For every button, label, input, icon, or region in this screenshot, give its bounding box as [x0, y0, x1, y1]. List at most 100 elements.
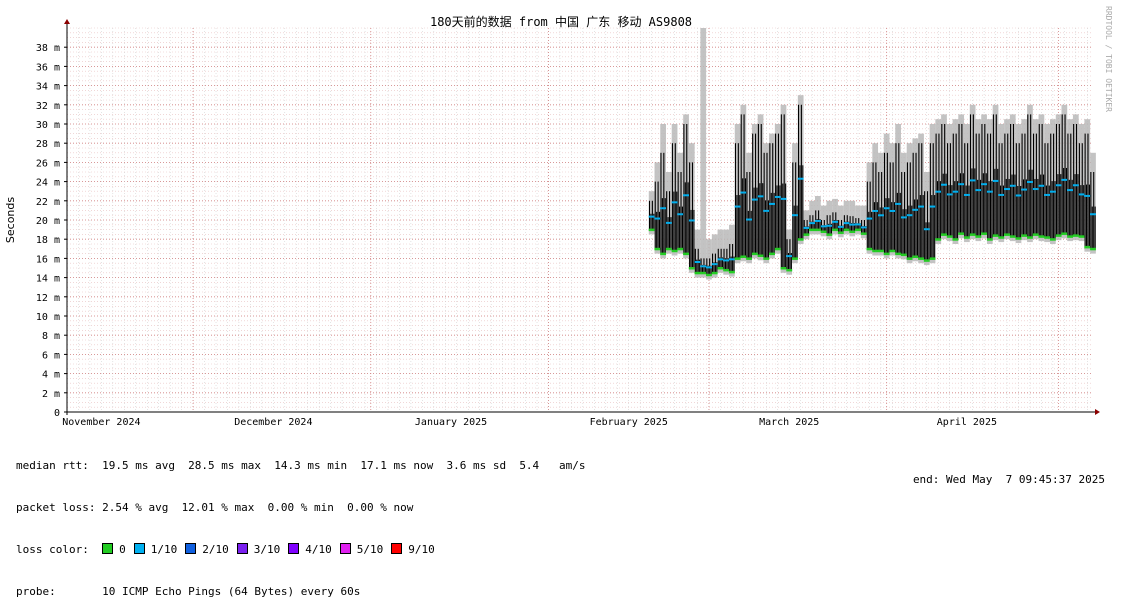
median-point-green [915, 255, 917, 258]
x-tick-label: March 2025 [759, 417, 819, 428]
median-point-green [1059, 234, 1062, 237]
median-point-cyan [723, 259, 725, 262]
median-point-cyan [667, 221, 669, 224]
median-point-cyan [1069, 189, 1072, 192]
median-point-cyan [674, 201, 677, 204]
median-point-cyan [910, 214, 913, 217]
median-point-cyan [743, 191, 745, 194]
median-point-green [1088, 245, 1091, 249]
median-point-cyan [892, 209, 894, 212]
median-point-cyan [691, 219, 694, 222]
median-point-green [945, 233, 947, 236]
median-point-green [996, 234, 999, 237]
median-point-green [986, 238, 989, 241]
median-point-cyan [675, 201, 678, 204]
median-point-cyan [746, 218, 748, 221]
median-point-cyan [673, 201, 675, 204]
median-point-green [882, 249, 884, 253]
median-point-green [734, 257, 737, 260]
median-point-green [784, 267, 787, 270]
median-point-cyan [804, 226, 807, 229]
median-point-green [786, 268, 788, 272]
median-point-green [895, 252, 897, 256]
median-point-cyan [738, 205, 741, 208]
median-point-green [783, 267, 785, 270]
median-point-cyan [668, 221, 671, 224]
median-point-cyan [839, 225, 841, 228]
median-point-cyan [718, 258, 721, 261]
median-point-cyan [661, 207, 664, 210]
median-point-green [667, 247, 669, 251]
median-point-cyan [998, 193, 1000, 196]
median-point-cyan [866, 217, 869, 220]
median-point-cyan [860, 226, 863, 229]
median-point-green [1048, 236, 1051, 239]
median-point-green [1074, 234, 1076, 237]
median-point-cyan [830, 224, 833, 227]
end-timestamp: end: Wed May 7 09:45:37 2025 [912, 473, 1105, 486]
median-point-cyan [671, 201, 674, 204]
median-point-green [981, 232, 983, 235]
median-point-green [885, 252, 887, 256]
median-point-green [781, 267, 784, 270]
median-point-green [717, 267, 720, 270]
median-point-cyan [1029, 180, 1032, 183]
median-point-green [751, 252, 754, 256]
median-point-cyan [660, 207, 662, 210]
median-point-cyan [657, 217, 659, 220]
median-point-cyan [823, 225, 826, 228]
median-point-green [936, 238, 939, 241]
median-point-cyan [776, 195, 778, 198]
median-point-cyan [968, 193, 970, 196]
median-point-green [816, 228, 818, 232]
median-point-green [771, 252, 774, 256]
median-point-green [908, 257, 910, 260]
median-point-green [763, 257, 765, 260]
median-point-green [952, 238, 955, 241]
median-point-cyan [824, 225, 827, 228]
median-point-green [1058, 234, 1061, 237]
median-point-cyan [1008, 188, 1010, 191]
median-point-cyan [761, 195, 764, 198]
median-point-green [855, 228, 857, 232]
median-point-green [1012, 235, 1015, 238]
x-tick-label: April 2025 [937, 417, 997, 428]
median-point-cyan [1016, 194, 1019, 197]
y-tick-label: 22 m [36, 197, 60, 208]
median-point-green [1022, 234, 1025, 237]
median-point-cyan [763, 209, 765, 212]
median-point-cyan [803, 226, 806, 229]
loss-color-item: 0 [102, 543, 126, 556]
median-point-cyan [915, 208, 917, 211]
median-point-green [1094, 247, 1096, 251]
median-point-green [723, 268, 725, 272]
median-point-cyan [793, 214, 796, 217]
median-point-green [807, 233, 810, 236]
median-point-green [1005, 233, 1008, 236]
median-point-green [813, 228, 816, 232]
median-point-green [698, 271, 701, 275]
median-point-cyan [812, 222, 814, 225]
median-point-green [1016, 237, 1019, 240]
median-point-green [685, 252, 688, 256]
median-point-green [916, 255, 919, 258]
median-point-cyan [1051, 190, 1053, 193]
median-point-green [730, 270, 732, 274]
median-point-green [1014, 235, 1016, 238]
median-point-cyan [963, 193, 966, 196]
median-point-green [652, 228, 655, 232]
median-point-cyan [711, 263, 714, 266]
median-point-green [942, 233, 945, 236]
median-point-green [889, 249, 892, 253]
median-point-cyan [991, 190, 993, 193]
y-tick-label: 26 m [36, 158, 60, 169]
median-point-cyan [1039, 184, 1042, 187]
median-point-green [674, 249, 677, 253]
median-point-cyan [853, 223, 856, 226]
median-point-green [1002, 236, 1005, 239]
median-point-cyan [918, 205, 920, 208]
median-point-cyan [710, 266, 712, 269]
median-point-cyan [814, 219, 817, 222]
median-point-cyan [1061, 178, 1063, 181]
median-point-cyan [728, 258, 731, 261]
